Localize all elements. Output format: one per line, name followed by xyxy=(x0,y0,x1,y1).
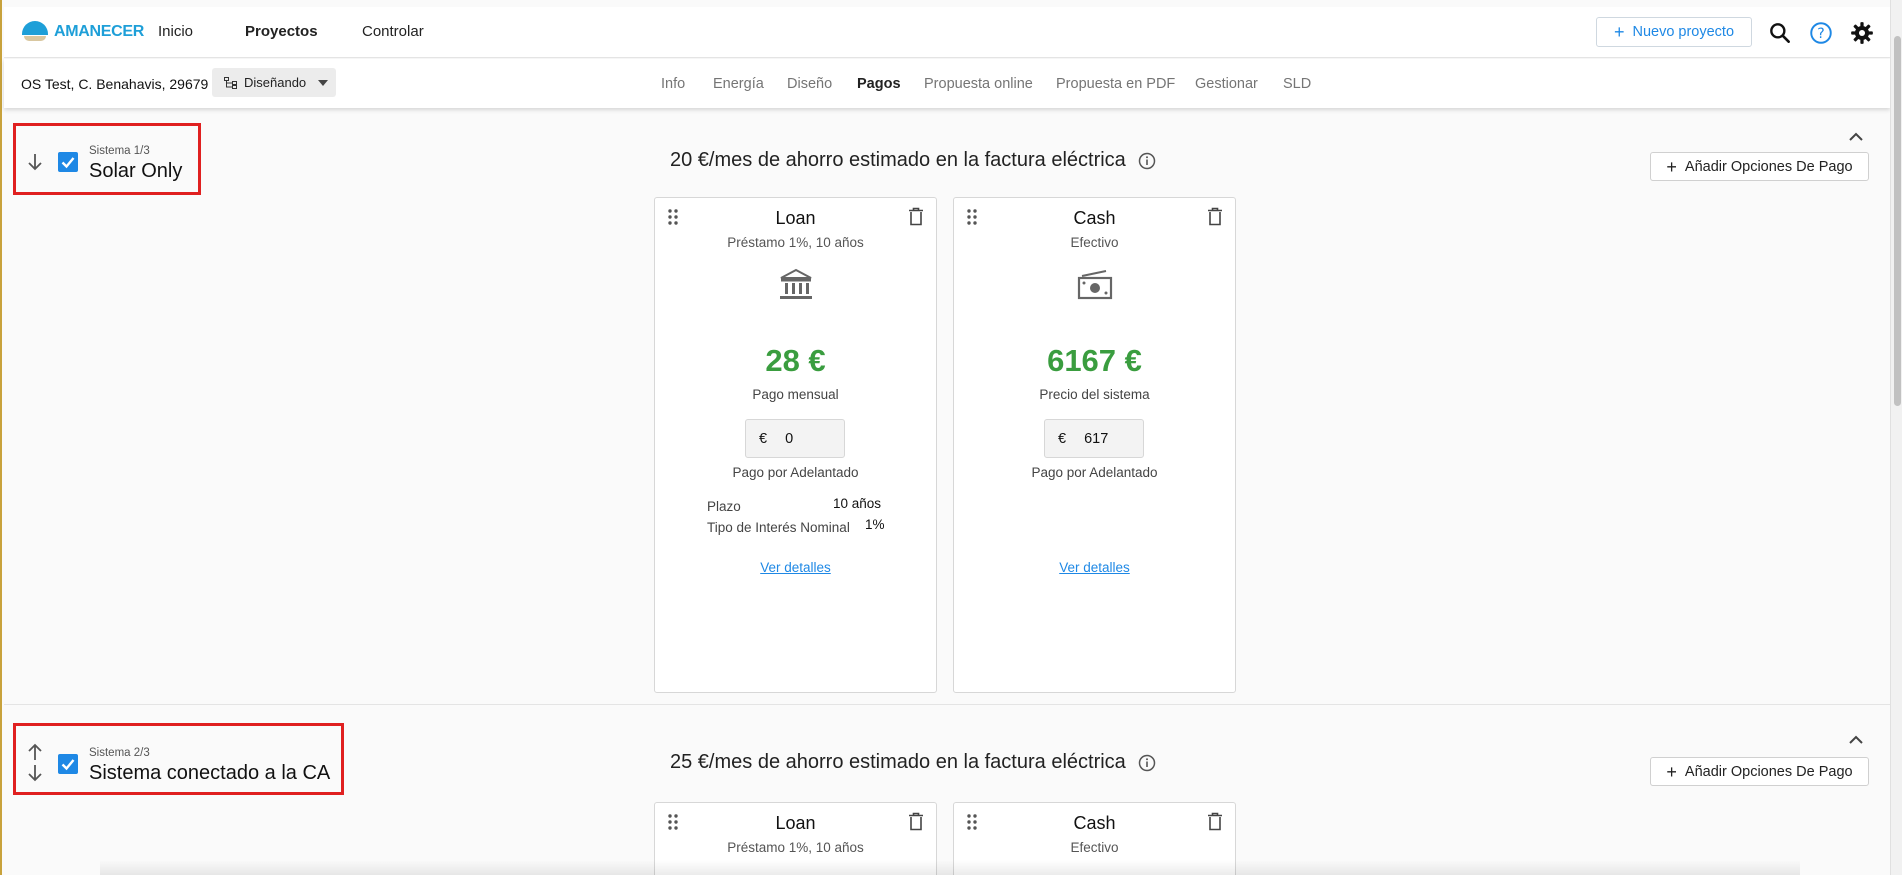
plus-icon: + xyxy=(1666,156,1677,177)
system-2-add-payment-button[interactable]: + Añadir Opciones De Pago xyxy=(1650,757,1869,786)
caret-down-icon xyxy=(318,79,329,86)
add-payment-label: Añadir Opciones De Pago xyxy=(1684,763,1853,780)
svg-text:?: ? xyxy=(1817,26,1824,42)
system-1-header: Sistema 1/3 Solar Only xyxy=(13,123,201,195)
system-1-savings-text: 20 €/mes de ahorro estimado en la factur… xyxy=(670,149,1126,171)
down-payment-input[interactable]: € 0 xyxy=(745,419,845,458)
tab-diseno[interactable]: Diseño xyxy=(787,76,832,92)
system-price-amount: 6167 € xyxy=(1047,343,1142,378)
info-icon[interactable] xyxy=(1138,152,1156,170)
logo[interactable]: AMANECER xyxy=(22,21,144,43)
tab-propuesta-pdf[interactable]: Propuesta en PDF xyxy=(1056,76,1175,92)
tab-pagos[interactable]: Pagos xyxy=(857,76,901,92)
collapse-chevron-up-icon[interactable] xyxy=(1847,731,1865,749)
checkmark-icon xyxy=(61,157,75,169)
nav-proyectos[interactable]: Proyectos xyxy=(245,23,318,40)
card-subtitle: Préstamo 1%, 10 años xyxy=(727,235,864,250)
project-subbar: OS Test, C. Benahavis, 29679 Diseñando I… xyxy=(4,59,1890,108)
system-2-savings-text: 25 €/mes de ahorro estimado en la factur… xyxy=(670,751,1126,773)
info-icon[interactable] xyxy=(1138,754,1156,772)
workflow-icon xyxy=(224,76,237,89)
checkmark-icon xyxy=(61,759,75,771)
system-2-index: Sistema 2/3 xyxy=(89,747,150,759)
card-subtitle: Efectivo xyxy=(1070,840,1119,855)
top-navigation: AMANECER Inicio Proyectos Controlar + Nu… xyxy=(4,7,1890,58)
new-project-button[interactable]: + Nuevo proyecto xyxy=(1596,17,1752,47)
view-details-link[interactable]: Ver detalles xyxy=(655,560,936,575)
status-dropdown[interactable]: Diseñando xyxy=(212,68,336,97)
window-edge xyxy=(0,0,2,875)
move-down-icon[interactable] xyxy=(26,152,44,172)
card-subtitle: Efectivo xyxy=(1070,235,1119,250)
view-details-link[interactable]: Ver detalles xyxy=(954,560,1235,575)
tab-propuesta-online[interactable]: Propuesta online xyxy=(924,76,1033,92)
move-down-icon[interactable] xyxy=(26,763,44,783)
plus-icon: + xyxy=(1666,761,1677,782)
tab-energia[interactable]: Energía xyxy=(713,76,764,92)
settings-gear-icon[interactable] xyxy=(1849,20,1875,46)
down-payment-label: Pago por Adelantado xyxy=(732,465,859,480)
scrollbar-thumb[interactable] xyxy=(1894,36,1901,406)
currency-symbol: € xyxy=(1058,430,1067,447)
status-label: Diseñando xyxy=(244,75,307,90)
system-2-header: Sistema 2/3 Sistema conectado a la CA xyxy=(13,723,344,795)
system-1-checkbox[interactable] xyxy=(58,152,78,172)
section-divider xyxy=(4,704,1890,705)
detail-interest-label: Tipo de Interés Nominal xyxy=(707,520,850,535)
help-icon[interactable]: ? xyxy=(1808,20,1834,46)
system-1-index: Sistema 1/3 xyxy=(89,145,150,157)
nav-controlar[interactable]: Controlar xyxy=(362,23,424,40)
system-1-add-payment-button[interactable]: + Añadir Opciones De Pago xyxy=(1650,152,1869,181)
system-2-savings: 25 €/mes de ahorro estimado en la factur… xyxy=(670,751,1156,774)
bank-icon xyxy=(779,268,812,299)
logo-text: AMANECER xyxy=(54,23,145,40)
detail-term-label: Plazo xyxy=(707,499,741,514)
card-title: Loan xyxy=(775,813,816,833)
card-title: Cash xyxy=(1073,208,1116,228)
project-address: OS Test, C. Benahavis, 29679 xyxy=(21,76,209,92)
detail-interest-value: 1% xyxy=(865,517,885,532)
search-icon[interactable] xyxy=(1767,20,1793,46)
collapse-chevron-up-icon[interactable] xyxy=(1847,128,1865,146)
payment-card-loan: Loan Préstamo 1%, 10 años 28 € Pago mens… xyxy=(654,197,937,693)
card-title: Cash xyxy=(1073,813,1116,833)
monthly-payment-amount: 28 € xyxy=(765,343,826,378)
tab-info[interactable]: Info xyxy=(661,76,685,92)
tab-gestionar[interactable]: Gestionar xyxy=(1195,76,1258,92)
system-1-savings: 20 €/mes de ahorro estimado en la factur… xyxy=(670,149,1156,172)
vertical-scrollbar[interactable] xyxy=(1890,0,1902,875)
amount-label: Precio del sistema xyxy=(1039,387,1150,402)
tab-sld[interactable]: SLD xyxy=(1283,76,1311,92)
card-title: Loan xyxy=(775,208,816,228)
detail-term-value: 10 años xyxy=(833,496,882,511)
down-payment-input[interactable]: € 617 xyxy=(1044,419,1144,458)
new-project-label: Nuevo proyecto xyxy=(1632,24,1735,40)
payment-card-cash: Cash Efectivo 6167 € Precio del sistema … xyxy=(953,197,1236,693)
plus-icon: + xyxy=(1613,22,1625,42)
down-payment-value: 617 xyxy=(1084,430,1109,447)
down-payment-value: 0 xyxy=(785,430,794,447)
system-2-name: Sistema conectado a la CA xyxy=(89,762,331,784)
currency-symbol: € xyxy=(759,430,768,447)
system-2-checkbox[interactable] xyxy=(58,754,78,774)
amount-label: Pago mensual xyxy=(752,387,839,402)
add-payment-label: Añadir Opciones De Pago xyxy=(1684,158,1853,175)
move-up-icon[interactable] xyxy=(26,742,44,762)
card-subtitle: Préstamo 1%, 10 años xyxy=(727,840,864,855)
bottom-shadow xyxy=(100,860,1800,875)
cash-icon xyxy=(1077,270,1112,300)
down-payment-label: Pago por Adelantado xyxy=(1031,465,1158,480)
system-1-name: Solar Only xyxy=(89,160,183,182)
nav-inicio[interactable]: Inicio xyxy=(158,23,193,40)
logo-icon xyxy=(22,21,48,43)
